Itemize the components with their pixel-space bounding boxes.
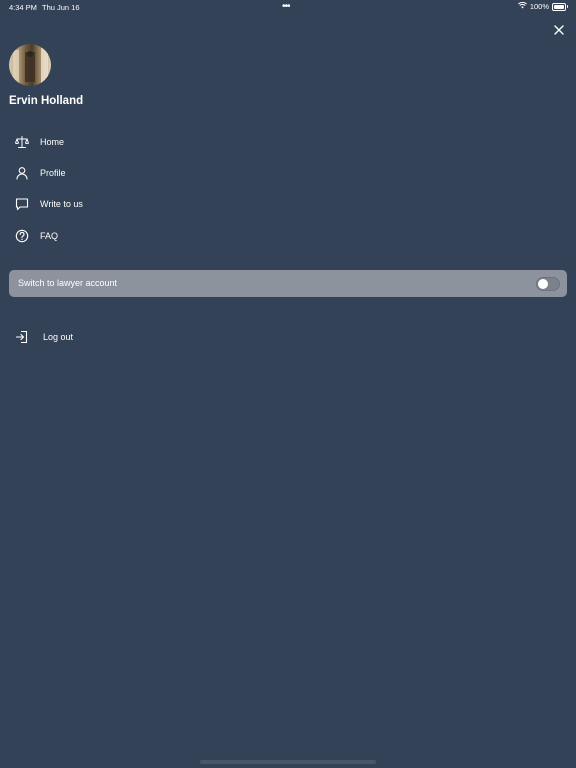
person-icon xyxy=(14,165,30,181)
home-indicator xyxy=(200,760,376,764)
avatar[interactable] xyxy=(9,44,51,86)
toggle-knob xyxy=(538,279,548,289)
chat-bubble-icon xyxy=(14,196,30,212)
status-right: 100% xyxy=(517,1,568,11)
status-bar: 4:34 PM Thu Jun 16 ••• 100% xyxy=(0,0,576,16)
logout-label: Log out xyxy=(43,332,74,342)
menu-label-write-to-us: Write to us xyxy=(40,199,83,209)
close-button[interactable] xyxy=(552,23,566,37)
status-date: Thu Jun 16 xyxy=(42,3,80,12)
menu-item-write-to-us[interactable]: Write to us xyxy=(0,190,200,218)
close-icon xyxy=(554,25,564,35)
battery-icon xyxy=(552,2,568,11)
battery-percent: 100% xyxy=(529,2,549,11)
logout-button[interactable]: Log out xyxy=(0,323,200,351)
lawyer-account-toggle[interactable] xyxy=(536,277,560,291)
menu-item-faq[interactable]: FAQ xyxy=(0,222,200,250)
menu-label-faq: FAQ xyxy=(40,231,59,241)
menu-label-profile: Profile xyxy=(40,168,66,178)
scales-icon xyxy=(14,134,30,150)
lawyer-account-switch-row[interactable]: Switch to lawyer account xyxy=(9,270,567,297)
multitasking-dots[interactable]: ••• xyxy=(282,1,290,12)
menu-item-home[interactable]: Home xyxy=(0,128,200,156)
menu-item-profile[interactable]: Profile xyxy=(0,159,200,187)
question-circle-icon xyxy=(14,228,30,244)
user-name: Ervin Holland xyxy=(9,95,84,107)
wifi-icon xyxy=(517,1,527,11)
logout-icon xyxy=(14,329,30,345)
switch-label: Switch to lawyer account xyxy=(18,278,118,288)
menu-label-home: Home xyxy=(40,137,65,147)
status-time: 4:34 PM xyxy=(9,3,37,12)
